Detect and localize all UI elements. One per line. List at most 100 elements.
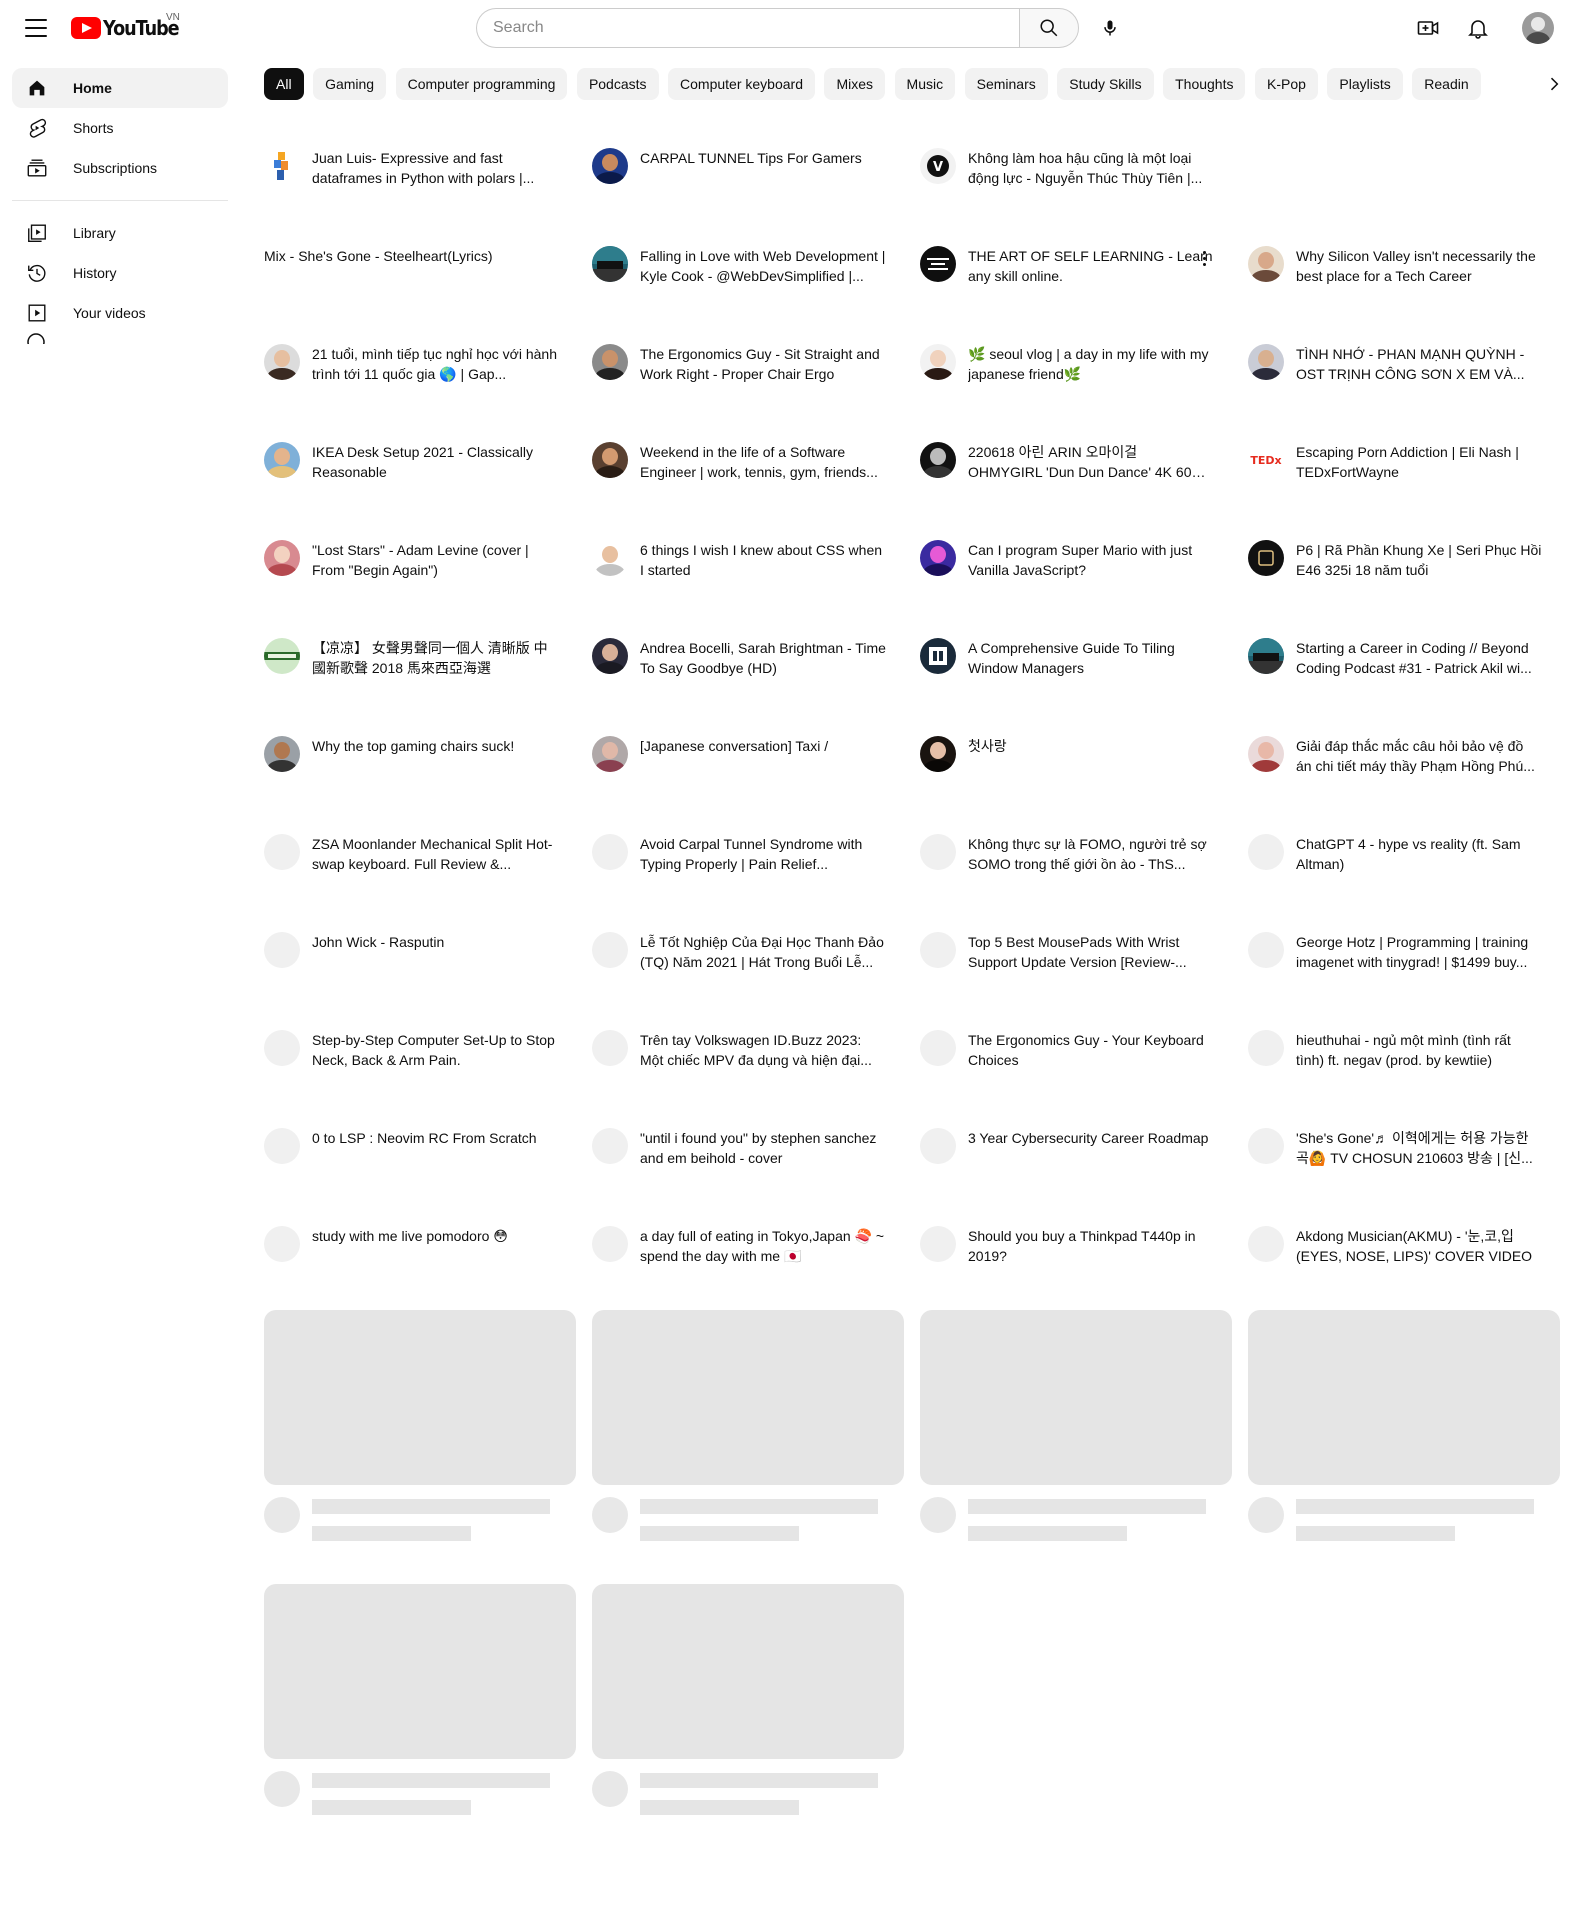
chip-computer-programming[interactable]: Computer programming (395, 68, 568, 100)
video-card[interactable]: Lễ Tốt Nghiệp Của Đại Học Thanh Đảo (TQ)… (592, 932, 904, 1030)
channel-avatar[interactable] (1248, 932, 1284, 968)
chip-music[interactable]: Music (894, 68, 956, 100)
sidebar-item-library[interactable]: Library (12, 213, 228, 253)
video-card[interactable]: 6 things I wish I knew about CSS when I … (592, 540, 904, 638)
channel-avatar[interactable] (1248, 1226, 1284, 1262)
video-title[interactable]: "Lost Stars" - Adam Levine (cover | From… (312, 540, 558, 580)
video-card[interactable]: THE ART OF SELF LEARNING - Learn any ski… (920, 246, 1232, 344)
video-card[interactable]: 0 to LSP : Neovim RC From Scratch (264, 1128, 576, 1226)
channel-avatar[interactable] (592, 1226, 628, 1262)
video-card[interactable]: A Comprehensive Guide To Tiling Window M… (920, 638, 1232, 736)
video-card[interactable]: 'She's Gone'♬ 이혁에게는 허용 가능한 곡🙆 TV CHOSUN … (1248, 1128, 1560, 1226)
video-card[interactable]: Trên tay Volkswagen ID.Buzz 2023: Một ch… (592, 1030, 904, 1128)
channel-avatar[interactable] (1248, 736, 1284, 772)
video-title[interactable]: Top 5 Best MousePads With Wrist Support … (968, 932, 1214, 972)
video-card[interactable]: Top 5 Best MousePads With Wrist Support … (920, 932, 1232, 1030)
channel-avatar[interactable] (1248, 344, 1284, 380)
video-card[interactable]: CARPAL TUNNEL Tips For Gamers (592, 148, 904, 246)
chip-study-skills[interactable]: Study Skills (1057, 68, 1154, 100)
video-title[interactable]: a day full of eating in Tokyo,Japan 🍣 ~ … (640, 1226, 886, 1266)
channel-avatar[interactable] (1248, 1030, 1284, 1066)
channel-avatar[interactable] (264, 344, 300, 380)
channel-avatar[interactable] (920, 1226, 956, 1262)
video-card[interactable]: 첫사랑 (920, 736, 1232, 834)
video-card[interactable]: Andrea Bocelli, Sarah Brightman - Time T… (592, 638, 904, 736)
video-card[interactable]: 【凉凉】 女聲男聲同一個人 清晰版 中國新歌聲 2018 馬來西亞海選 (264, 638, 576, 736)
video-card[interactable]: The Ergonomics Guy - Sit Straight and Wo… (592, 344, 904, 442)
video-title[interactable]: Mix - She's Gone - Steelheart(Lyrics) (264, 246, 564, 266)
video-title[interactable]: 21 tuổi, mình tiếp tục nghỉ học với hành… (312, 344, 558, 384)
video-title[interactable]: Can I program Super Mario with just Vani… (968, 540, 1214, 580)
sidebar-item-shorts[interactable]: Shorts (12, 108, 228, 148)
channel-avatar[interactable] (920, 344, 956, 380)
video-card[interactable]: TÌNH NHỚ - PHAN MẠNH QUỲNH - OST TRỊNH C… (1248, 344, 1560, 442)
video-title[interactable]: ZSA Moonlander Mechanical Split Hot-swap… (312, 834, 558, 874)
video-card[interactable]: Giải đáp thắc mắc câu hỏi bảo vệ đồ án c… (1248, 736, 1560, 834)
chip-readin[interactable]: Readin (1412, 68, 1481, 100)
video-card[interactable]: Weekend in the life of a Software Engine… (592, 442, 904, 540)
video-card[interactable]: V Không làm hoa hậu cũng là một loại động… (920, 148, 1232, 246)
video-title[interactable]: "until i found you" by stephen sanchez a… (640, 1128, 886, 1168)
sidebar-item-history[interactable]: History (12, 253, 228, 293)
video-card[interactable]: Falling in Love with Web Development | K… (592, 246, 904, 344)
channel-avatar[interactable] (1248, 246, 1284, 282)
video-card[interactable]: Mix - She's Gone - Steelheart(Lyrics) (264, 246, 576, 344)
video-title[interactable]: Escaping Porn Addiction | Eli Nash | TED… (1296, 442, 1542, 482)
channel-avatar[interactable] (920, 638, 956, 674)
video-card[interactable]: 3 Year Cybersecurity Career Roadmap (920, 1128, 1232, 1226)
video-card[interactable]: ChatGPT 4 - hype vs reality (ft. Sam Alt… (1248, 834, 1560, 932)
chip-podcasts[interactable]: Podcasts (576, 68, 659, 100)
video-title[interactable]: 220618 아린 ARIN 오마이걸 OHMYGIRL 'Dun Dun Da… (968, 442, 1214, 482)
video-title[interactable]: Lễ Tốt Nghiệp Của Đại Học Thanh Đảo (TQ)… (640, 932, 886, 972)
menu-icon[interactable] (23, 15, 49, 41)
channel-avatar[interactable] (592, 148, 628, 184)
notifications-button[interactable] (1460, 10, 1496, 46)
chip-mixes[interactable]: Mixes (824, 68, 886, 100)
channel-avatar[interactable] (920, 1128, 956, 1164)
create-button[interactable] (1410, 10, 1446, 46)
video-card[interactable]: TEDx Escaping Porn Addiction | Eli Nash |… (1248, 442, 1560, 540)
channel-avatar[interactable] (920, 932, 956, 968)
channel-avatar[interactable] (1248, 540, 1284, 576)
video-title[interactable]: 3 Year Cybersecurity Career Roadmap (968, 1128, 1214, 1148)
video-title[interactable]: Falling in Love with Web Development | K… (640, 246, 886, 286)
sidebar-item-home[interactable]: Home (12, 68, 228, 108)
channel-avatar[interactable]: TEDx (1248, 442, 1284, 478)
video-card[interactable]: hieuthuhai - ngủ một mình (tình rất tình… (1248, 1030, 1560, 1128)
video-title[interactable]: Không thực sự là FOMO, người trẻ sợ SOMO… (968, 834, 1214, 874)
channel-avatar[interactable] (264, 148, 300, 184)
channel-avatar[interactable]: V (920, 148, 956, 184)
channel-avatar[interactable] (592, 246, 628, 282)
video-title[interactable]: IKEA Desk Setup 2021 - Classically Reaso… (312, 442, 558, 482)
video-card[interactable]: "until i found you" by stephen sanchez a… (592, 1128, 904, 1226)
video-card[interactable]: [Japanese conversation] Taxi / (592, 736, 904, 834)
video-title[interactable]: Không làm hoa hậu cũng là một loại động … (968, 148, 1214, 188)
video-title[interactable]: ChatGPT 4 - hype vs reality (ft. Sam Alt… (1296, 834, 1542, 874)
channel-avatar[interactable] (264, 638, 300, 674)
channel-avatar[interactable] (592, 638, 628, 674)
video-title[interactable]: CARPAL TUNNEL Tips For Gamers (640, 148, 886, 168)
channel-avatar[interactable] (592, 834, 628, 870)
chips-next-button[interactable] (1538, 68, 1570, 100)
channel-avatar[interactable] (1248, 638, 1284, 674)
video-title[interactable]: Giải đáp thắc mắc câu hỏi bảo vệ đồ án c… (1296, 736, 1542, 776)
video-title[interactable]: TÌNH NHỚ - PHAN MẠNH QUỲNH - OST TRỊNH C… (1296, 344, 1542, 384)
search-input[interactable] (476, 8, 1019, 48)
video-title[interactable]: John Wick - Rasputin (312, 932, 558, 952)
video-card[interactable]: P6 | Rã Phần Khung Xe | Seri Phục Hồi E4… (1248, 540, 1560, 638)
chip-computer-keyboard[interactable]: Computer keyboard (668, 68, 815, 100)
sidebar-item-your-videos[interactable]: Your videos (12, 293, 228, 333)
video-card[interactable]: The Ergonomics Guy - Your Keyboard Choic… (920, 1030, 1232, 1128)
video-title[interactable]: Juan Luis- Expressive and fast dataframe… (312, 148, 558, 188)
channel-avatar[interactable] (920, 1030, 956, 1066)
video-card[interactable]: Avoid Carpal Tunnel Syndrome with Typing… (592, 834, 904, 932)
more-actions-icon[interactable] (1194, 246, 1214, 270)
video-card[interactable]: Why Silicon Valley isn't necessarily the… (1248, 246, 1560, 344)
chip-k-pop[interactable]: K-Pop (1254, 68, 1318, 100)
video-title[interactable]: P6 | Rã Phần Khung Xe | Seri Phục Hồi E4… (1296, 540, 1542, 580)
channel-avatar[interactable] (592, 1030, 628, 1066)
channel-avatar[interactable] (592, 540, 628, 576)
video-card[interactable]: Starting a Career in Coding // Beyond Co… (1248, 638, 1560, 736)
video-card[interactable]: Can I program Super Mario with just Vani… (920, 540, 1232, 638)
video-title[interactable]: 6 things I wish I knew about CSS when I … (640, 540, 886, 580)
